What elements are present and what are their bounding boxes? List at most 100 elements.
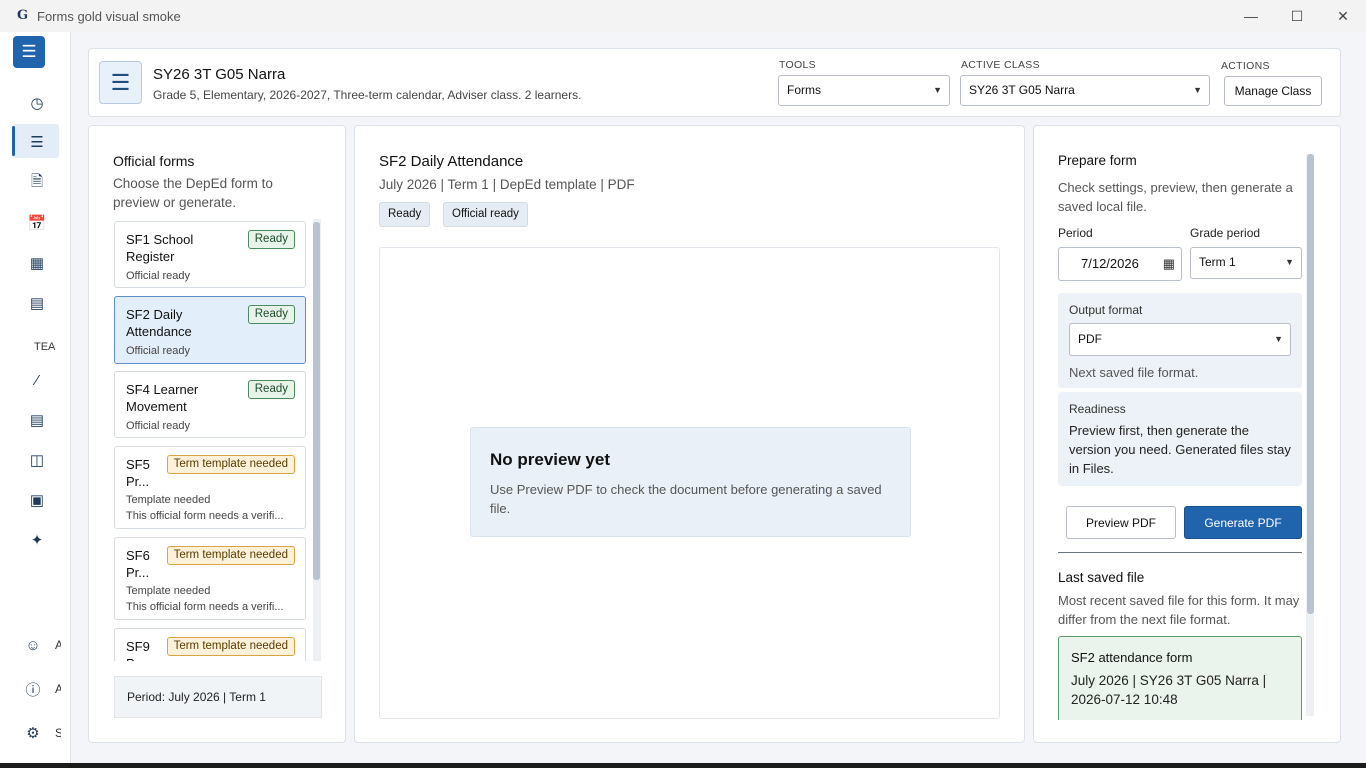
- readiness-text: Preview first, then generate the version…: [1069, 423, 1291, 476]
- maximize-button[interactable]: ☐: [1274, 0, 1320, 32]
- preview-panel: SF2 Daily Attendance July 2026 | Term 1 …: [354, 125, 1025, 743]
- certificate-icon[interactable]: ▣: [26, 489, 48, 511]
- status-badge: Term template needed: [166, 637, 295, 656]
- form-card-sf2[interactable]: SF2 Daily Attendance Ready Official read…: [114, 296, 306, 364]
- active-class-select[interactable]: SY26 3T G05 Narra ▼: [960, 75, 1210, 106]
- tools-value: Forms: [787, 83, 821, 97]
- actions-label: ACTIONS: [1221, 60, 1270, 72]
- period-summary: Period: July 2026 | Term 1: [114, 676, 322, 718]
- preview-area: No preview yet Use Preview PDF to check …: [379, 247, 1000, 719]
- output-format-select[interactable]: PDF ▼: [1069, 323, 1291, 356]
- section-divider: [1058, 552, 1302, 553]
- menu-icon[interactable]: ☰: [13, 36, 45, 68]
- status-badge: Ready: [247, 305, 295, 324]
- form-card-status: Template needed: [126, 585, 211, 597]
- generate-pdf-button[interactable]: Generate PDF: [1184, 506, 1302, 539]
- prepare-form-hint: Check settings, preview, then generate a…: [1058, 180, 1293, 214]
- form-card-title: SF9 P...: [126, 639, 150, 661]
- close-button[interactable]: ✕: [1320, 0, 1366, 32]
- form-card-warning: This official form needs a verifi...: [126, 601, 284, 613]
- period-date-value: 7/12/2026: [1081, 256, 1139, 271]
- calendar-clock-icon[interactable]: ▤: [26, 409, 48, 431]
- class-header: ☰ SY26 3T G05 Narra Grade 5, Elementary,…: [88, 48, 1341, 117]
- official-forms-hint: Choose the DepEd form to preview or gene…: [113, 176, 273, 210]
- calendar-check-icon[interactable]: 📅: [26, 212, 48, 234]
- class-title: SY26 3T G05 Narra: [153, 66, 286, 83]
- form-card-sf4[interactable]: SF4 Learner Movement Ready Official read…: [114, 371, 306, 438]
- active-class-value: SY26 3T G05 Narra: [969, 83, 1075, 97]
- book-icon[interactable]: ◫: [26, 449, 48, 471]
- preview-pdf-button[interactable]: Preview PDF: [1066, 506, 1176, 539]
- form-card-sf6[interactable]: SF6 Pr... Term template needed Template …: [114, 537, 306, 620]
- form-card-title: SF5 Pr...: [126, 457, 150, 489]
- nav-rail: ☰ ◷ ☰ 🗎 📅 ▦ ▤ TEA ⁄ ▤ ◫ ▣ ✦ ☺ A ⓘ A ⚙ S: [0, 32, 71, 763]
- form-card-title: SF6 Pr...: [126, 548, 150, 580]
- tools-label: TOOLS: [779, 59, 816, 71]
- saved-file-name: SF2 attendance form: [1071, 650, 1193, 665]
- empty-preview-desc: Use Preview PDF to check the document be…: [490, 482, 882, 516]
- form-card-status: Official ready: [126, 420, 190, 432]
- rail-clipped-label: A: [55, 682, 61, 696]
- form-card-sf1[interactable]: SF1 School Register Ready Official ready: [114, 221, 306, 288]
- chevron-down-icon: ▼: [1193, 85, 1202, 95]
- taskbar-edge: [0, 763, 1366, 768]
- history-icon[interactable]: ◷: [26, 92, 48, 114]
- prepare-scrollbar-thumb[interactable]: [1307, 154, 1314, 614]
- official-forms-panel: Official forms Choose the DepEd form to …: [88, 125, 346, 743]
- class-subtitle: Grade 5, Elementary, 2026-2027, Three-te…: [153, 88, 582, 102]
- list-icon: ☰: [99, 61, 142, 104]
- status-badge: Term template needed: [166, 546, 295, 565]
- readiness-label: Readiness: [1069, 402, 1126, 416]
- form-card-title: SF1 School Register: [126, 232, 194, 264]
- list-icon[interactable]: ☰: [26, 131, 48, 153]
- form-card-title: SF2 Daily Attendance: [126, 307, 192, 339]
- grade-period-select[interactable]: Term 1 ▼: [1190, 247, 1302, 279]
- title-bar: G Forms gold visual smoke — ☐ ✕: [0, 0, 1366, 32]
- grade-icon[interactable]: ⁄: [26, 369, 48, 391]
- saved-file-card[interactable]: SF2 attendance form July 2026 | SY26 3T …: [1058, 636, 1302, 720]
- chevron-down-icon: ▼: [1274, 334, 1283, 344]
- form-card-sf5[interactable]: SF5 Pr... Term template needed Template …: [114, 446, 306, 529]
- form-card-status: Template needed: [126, 494, 211, 506]
- calendar-icon[interactable]: ▦: [1163, 248, 1175, 280]
- report-icon[interactable]: ▤: [26, 292, 48, 314]
- account-icon[interactable]: ☺: [22, 634, 44, 656]
- prepare-form-title: Prepare form: [1058, 153, 1137, 168]
- settings-icon[interactable]: ⚙: [22, 722, 44, 744]
- app-logo: G: [17, 8, 29, 23]
- forms-scrollbar-thumb[interactable]: [313, 222, 320, 580]
- document-icon[interactable]: 🗎: [26, 172, 48, 194]
- form-card-status: Official ready: [126, 345, 190, 357]
- output-format-section: Output format PDF ▼ Next saved file form…: [1058, 293, 1302, 388]
- form-card-warning: This official form needs a verifi...: [126, 510, 284, 522]
- window-title: Forms gold visual smoke: [37, 8, 181, 24]
- chevron-down-icon: ▼: [933, 85, 942, 95]
- rail-section-label: TEA: [34, 341, 56, 353]
- manage-class-button[interactable]: Manage Class: [1224, 76, 1322, 106]
- saved-file-meta: July 2026 | SY26 3T G05 Narra | 2026-07-…: [1071, 673, 1267, 707]
- output-format-value: PDF: [1078, 332, 1102, 346]
- readiness-section: Readiness Preview first, then generate t…: [1058, 392, 1302, 486]
- form-meta: July 2026 | Term 1 | DepEd template | PD…: [379, 177, 635, 192]
- ready-chip: Ready: [379, 202, 431, 227]
- rail-clipped-label: A: [55, 638, 61, 652]
- rail-clipped-label: S: [55, 726, 61, 740]
- tools-select[interactable]: Forms ▼: [778, 75, 950, 106]
- official-forms-title: Official forms: [113, 153, 195, 169]
- last-saved-hint: Most recent saved file for this form. It…: [1058, 593, 1300, 627]
- info-icon[interactable]: ⓘ: [22, 678, 44, 700]
- form-card-status: Official ready: [126, 270, 190, 282]
- official-ready-chip: Official ready: [443, 202, 528, 227]
- period-date-input[interactable]: 7/12/2026 ▦: [1058, 247, 1182, 281]
- status-badge: Term template needed: [166, 455, 295, 474]
- status-badge: Ready: [247, 230, 295, 249]
- minimize-button[interactable]: —: [1228, 0, 1274, 32]
- table-icon[interactable]: ▦: [26, 252, 48, 274]
- forms-list: SF1 School Register Ready Official ready…: [114, 219, 321, 661]
- last-saved-title: Last saved file: [1058, 570, 1145, 585]
- nav-active-indicator: [12, 126, 15, 156]
- magic-wand-icon[interactable]: ✦: [26, 529, 48, 551]
- form-card-sf9[interactable]: SF9 P... Term template needed: [114, 628, 306, 661]
- grade-period-label: Grade period: [1190, 226, 1261, 240]
- status-badge: Ready: [247, 380, 295, 399]
